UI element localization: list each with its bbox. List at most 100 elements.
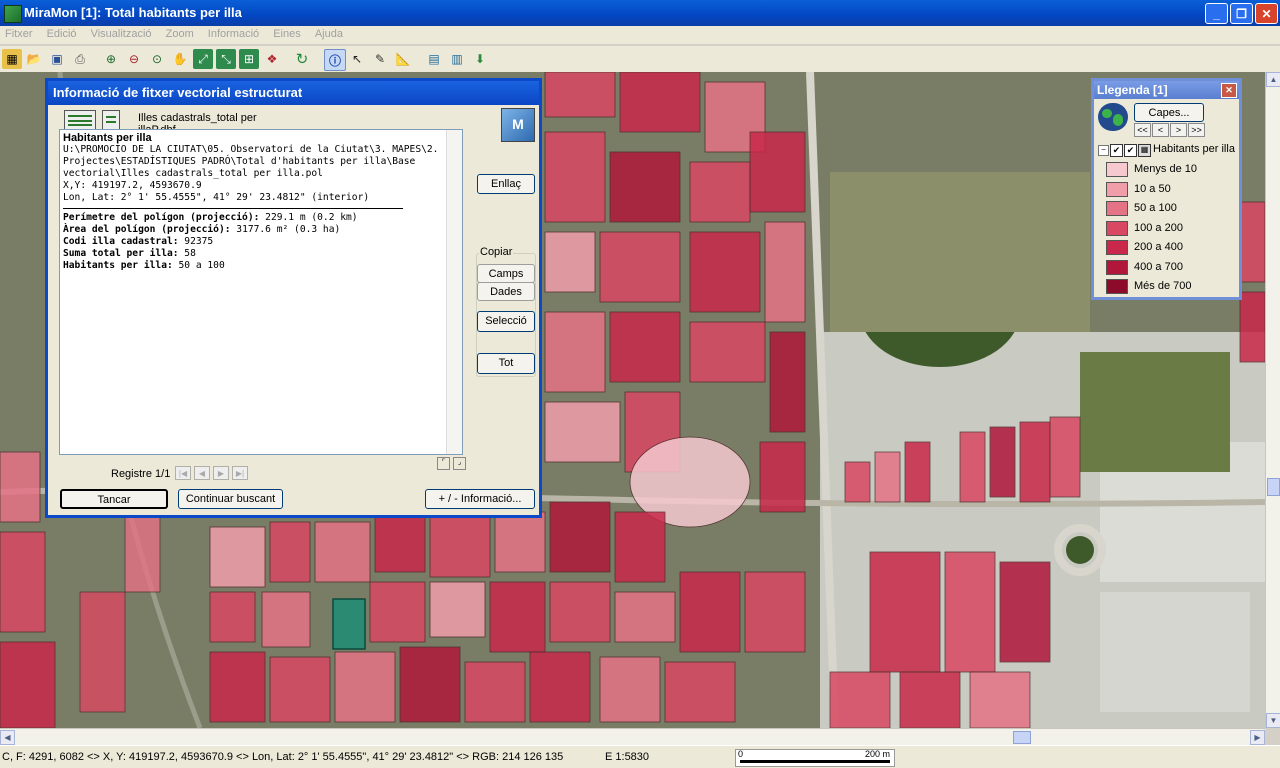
scroll-right-button[interactable]: ▶ [1250,730,1265,745]
lonlat-coordinates: Lon, Lat: 2° 1' 55.4555", 41° 29' 23.481… [63,192,370,203]
field-label: Codi illa cadastral: [63,236,179,247]
copy-fields-button[interactable]: Camps [477,264,535,283]
enllac-button[interactable]: Enllaç [477,174,535,194]
measure-icon[interactable]: 📐 [393,49,413,69]
menu-fitxer[interactable]: Fitxer [0,26,39,40]
next-record-button[interactable]: ▶ [213,466,229,480]
print-icon[interactable]: ⎙ [70,49,90,69]
select-arrow-icon[interactable]: ↖ [347,49,367,69]
window-icon[interactable]: ▤ [424,49,444,69]
collapse-icon[interactable]: − [1098,145,1109,156]
field-label: Àrea del polígon (projecció): [63,224,231,235]
layer-queryable-checkbox[interactable]: ✔ [1124,144,1137,157]
edit-tool-icon[interactable]: ✎ [370,49,390,69]
scroll-up-button[interactable]: ▲ [1266,72,1280,87]
last-record-button[interactable]: ▶| [232,466,248,480]
record-info-text[interactable]: Habitants per illa U:\PROMOCIO DE LA CIU… [59,129,463,455]
info-icon[interactable]: ⓘ [324,49,346,71]
table-icon[interactable]: ▥ [447,49,467,69]
legend-swatch [1106,220,1128,236]
previous-record-button[interactable]: ◀ [194,466,210,480]
legend-class-label: 10 a 50 [1134,182,1171,195]
open-icon[interactable]: 📂 [24,49,44,69]
menu-informacio[interactable]: Informació [203,26,265,40]
legend-layer-name: Habitants per illa [1153,143,1235,155]
miramon-logo: M [501,108,535,142]
minimize-button[interactable]: _ [1205,3,1228,24]
field-area: Àrea del polígon (projecció): 3177.6 m² … [63,224,459,236]
new-map-icon[interactable]: ▦ [2,49,22,69]
copy-all-button[interactable]: Tot [477,353,535,374]
legend-swatch [1106,181,1128,197]
globe-icon [1098,103,1128,131]
tancar-button[interactable]: Tancar [60,489,168,509]
first-record-button[interactable]: |◀ [175,466,191,480]
legend-titlebar[interactable]: Llegenda [1] ✕ [1094,81,1239,99]
legend-swatch [1106,201,1128,216]
zoom-out-icon[interactable]: ⊖ [124,49,144,69]
menu-edicio[interactable]: Edició [42,26,83,40]
info-scrollbar[interactable] [446,130,462,454]
legend-swatch [1106,162,1128,177]
info-dialog-title: Informació de fitxer vectorial estructur… [53,85,303,100]
miramon-app-icon [4,5,22,23]
legend-class-label: Més de 700 [1134,280,1192,292]
status-bar: C, F: 4291, 6082 <> X, Y: 419197.2, 4593… [0,745,1280,768]
layer-visible-checkbox[interactable]: ✔ [1110,144,1123,157]
horizontal-scroll-thumb[interactable] [1013,731,1031,744]
status-scale: E 1:5830 [605,751,650,763]
field-label: Habitants per illa: [63,260,173,271]
refresh-icon[interactable]: ↻ [292,49,312,69]
record-counter: Registre 1/1 [111,468,171,480]
zoom-previous-icon[interactable]: ⊙ [147,49,167,69]
table-view-icon[interactable] [64,110,96,130]
legend-prev-button[interactable]: < [1152,123,1169,137]
continuar-buscant-button[interactable]: Continuar buscant [178,489,283,509]
scroll-down-button[interactable]: ▼ [1266,713,1280,728]
maximize-button[interactable]: ❐ [1230,3,1253,24]
legend-next-button[interactable]: > [1170,123,1187,137]
legend-title: Llegenda [1] [1097,83,1168,97]
legend-class-label: 50 a 100 [1134,202,1177,214]
menu-eines[interactable]: Eines [268,26,307,40]
copiar-group-label: Copiar [479,246,514,258]
zoom-all-icon[interactable]: ⤢ [193,49,213,69]
resize-left-icon[interactable]: ⌜ [437,457,450,470]
field-suma-total: Suma total per illa: 58 [63,248,459,260]
scale-bar-end: 200 m [864,749,890,759]
field-label: Perímetre del polígon (projecció): [63,212,260,223]
menu-ajuda[interactable]: Ajuda [310,26,349,40]
xy-coordinates: X,Y: 419197.2, 4593670.9 [63,180,202,191]
info-dialog-titlebar[interactable]: Informació de fitxer vectorial estructur… [48,81,539,105]
scroll-left-button[interactable]: ◀ [0,730,15,745]
legend-close-icon[interactable]: ✕ [1221,83,1237,98]
file-bar: Illes cadastrals_total per illaP.dbf [60,109,290,136]
menu-visualitzacio[interactable]: Visualització [86,26,158,40]
pan-hand-icon[interactable]: ✋ [170,49,190,69]
title-bar: MiraMon [1]: Total habitants per illa _ … [0,0,1280,26]
legend-last-button[interactable]: >> [1188,123,1205,137]
zoom-layer-icon[interactable]: ⤡ [216,49,236,69]
close-button[interactable]: ✕ [1255,3,1278,24]
map-horizontal-scrollbar[interactable]: ◀ ▶ [0,728,1265,746]
download-icon[interactable]: ⬇ [470,49,490,69]
vertical-scroll-thumb[interactable] [1267,478,1280,496]
menu-zoom[interactable]: Zoom [161,26,200,40]
legend-class-item: Més de 700 [1106,278,1236,295]
copy-selection-button[interactable]: Selecció [477,311,535,332]
legend-class-label: 200 a 400 [1134,241,1183,253]
zoom-extent-icon[interactable]: ⊞ [239,49,259,69]
legend-first-button[interactable]: << [1134,123,1151,137]
zoom-in-icon[interactable]: ⊕ [101,49,121,69]
legend-window: Llegenda [1] ✕ Capes... << < > >> − ✔ ✔ … [1091,78,1242,300]
copy-data-button[interactable]: Dades [477,282,535,301]
info-dialog: Informació de fitxer vectorial estructur… [45,78,542,518]
save-icon[interactable]: ▣ [47,49,67,69]
field-perimeter: Perímetre del polígon (projecció): 229.1… [63,212,459,224]
resize-right-icon[interactable]: ⌟ [453,457,466,470]
field-label: Suma total per illa: [63,248,179,259]
layers-icon[interactable]: ❖ [262,49,282,69]
more-info-button[interactable]: + / - Informació... [425,489,535,509]
map-vertical-scrollbar[interactable]: ▲ ▼ [1265,72,1280,728]
capes-button[interactable]: Capes... [1134,103,1204,122]
